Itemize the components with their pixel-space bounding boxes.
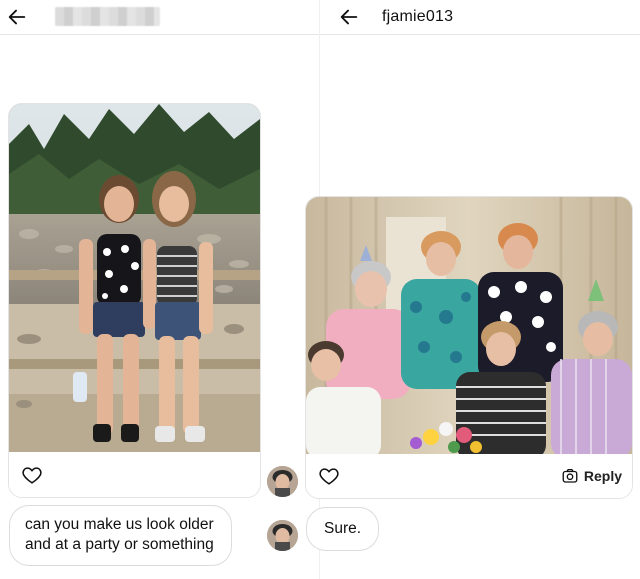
reply-message-bubble: Sure.	[306, 507, 380, 551]
avatar[interactable]	[267, 520, 298, 551]
redacted-username	[55, 7, 160, 26]
girls-photo[interactable]	[9, 104, 260, 452]
elderly-party-photo[interactable]	[306, 197, 632, 459]
heart-icon[interactable]	[21, 464, 43, 486]
message-bubble: can you make us look older and at a part…	[9, 505, 232, 566]
arrow-left-icon[interactable]	[6, 6, 28, 28]
message-line-2: and at a party or something	[25, 536, 214, 553]
right-chat-header: fjamie013	[320, 0, 640, 35]
chat-username[interactable]: fjamie013	[382, 8, 453, 26]
avatar[interactable]	[267, 466, 298, 497]
camera-icon	[562, 468, 578, 483]
heart-icon[interactable]	[318, 465, 340, 487]
reply-message-text: Sure.	[324, 520, 362, 537]
reply-photo-card[interactable]: Reply	[305, 196, 633, 499]
reply-button[interactable]: Reply	[561, 466, 622, 486]
reply-label: Reply	[583, 468, 622, 484]
left-chat-header	[0, 0, 320, 35]
card-footer	[9, 453, 260, 497]
arrow-left-icon[interactable]	[338, 6, 360, 28]
card-footer: Reply	[306, 454, 632, 498]
shared-photo-card[interactable]	[8, 103, 261, 498]
message-line-1: can you make us look older	[25, 516, 214, 533]
